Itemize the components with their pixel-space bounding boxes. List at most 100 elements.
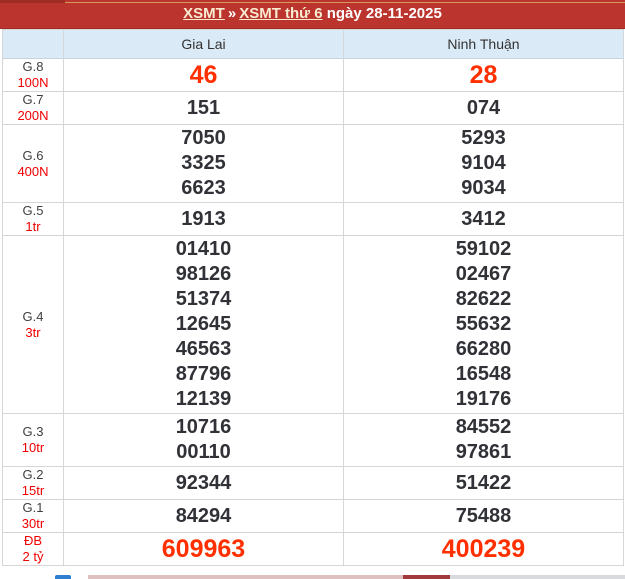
prize-corner-cell — [2, 29, 64, 59]
prize-name: G.7 — [22, 92, 44, 107]
prize-number: 84552 — [455, 416, 512, 438]
prize-label-cell-g8: G.8 100N — [2, 58, 64, 92]
prize-number: 01410 — [175, 238, 232, 260]
prize-number: 19176 — [455, 388, 512, 410]
prize-row-g4: G.4 3tr 01410 98126 51374 12645 46563 87796 1213… — [2, 235, 624, 414]
ninh-thuan-cell-g7: 074 — [343, 91, 624, 125]
gia-lai-cell-g8: 46 — [63, 58, 344, 92]
gia-lai-cell-g7: 151 — [63, 91, 344, 125]
prize-row-g3: G.3 10tr 10716 00110 84552 97861 — [2, 413, 624, 467]
prize-number: 66280 — [455, 338, 512, 360]
prize-number: 10716 — [175, 416, 232, 438]
prize-label-cell-g2: G.2 15tr — [2, 466, 64, 500]
prize-number: 02467 — [455, 263, 512, 285]
ninh-thuan-cell-g6: 5293 9104 9034 — [343, 124, 624, 203]
prize-label-cell-db: ĐB 2 tỷ — [2, 532, 64, 566]
ninh-thuan-cell-g3: 84552 97861 — [343, 413, 624, 467]
prize-amount: 1tr — [25, 219, 41, 234]
prize-number: 3412 — [461, 207, 506, 230]
cutoff-banner-strip — [88, 575, 625, 579]
prize-number: 75488 — [455, 504, 512, 527]
column-header-ninh-thuan[interactable]: Ninh Thuận — [343, 29, 624, 59]
prize-name: G.6 — [22, 147, 44, 163]
prize-number: 400239 — [441, 534, 526, 563]
prize-number: 9034 — [461, 177, 506, 199]
prize-number: 98126 — [175, 263, 232, 285]
breadcrumb-link-xsmt-day[interactable]: XSMT thứ 6 — [239, 5, 322, 22]
prize-amount: 10tr — [21, 440, 45, 455]
prize-label-cell-g5: G.5 1tr — [2, 202, 64, 236]
prize-number: 12139 — [175, 388, 232, 410]
gia-lai-cell-db: 609963 — [63, 532, 344, 566]
prize-number: 51422 — [455, 471, 512, 494]
cutoff-banner-blue-dot — [55, 575, 71, 579]
prize-number: 074 — [466, 96, 501, 119]
prize-row-g7: G.7 200N 151 074 — [2, 91, 624, 125]
prize-number: 12645 — [175, 313, 232, 335]
prize-row-g5: G.5 1tr 1913 3412 — [2, 202, 624, 236]
topbar-gold-line — [65, 2, 625, 3]
prize-name: G.8 — [22, 59, 44, 74]
prize-amount: 400N — [17, 163, 49, 179]
prize-row-db: ĐB 2 tỷ 609963 400239 — [2, 532, 624, 566]
gia-lai-cell-g6: 7050 3325 6623 — [63, 124, 344, 203]
prize-number: 97861 — [455, 441, 512, 463]
breadcrumb-link-xsmt[interactable]: XSMT — [183, 5, 225, 22]
prize-number: 92344 — [175, 471, 232, 494]
prize-number: 28 — [469, 60, 498, 89]
prize-name: ĐB — [23, 533, 43, 548]
prize-number: 51374 — [175, 288, 232, 310]
prize-label-cell-g4: G.4 3tr — [2, 235, 64, 414]
title-bar: XSMT» XSMT thứ 6 ngày 28-11-2025 — [0, 0, 625, 29]
prize-number: 82622 — [455, 288, 512, 310]
results-table: Gia Lai Ninh Thuận G.8 100N 46 28 G.7 200N 151… — [2, 29, 624, 566]
prize-number: 16548 — [455, 363, 512, 385]
prize-label-cell-g6: G.6 400N — [2, 124, 64, 203]
prize-label-cell-g1: G.1 30tr — [2, 499, 64, 533]
prize-row-g6: G.6 400N 7050 3325 6623 5293 9104 9034 — [2, 124, 624, 203]
title-date: ngày 28-11-2025 — [326, 5, 442, 22]
prize-name: G.3 — [22, 424, 44, 439]
prize-number: 87796 — [175, 363, 232, 385]
breadcrumb-separator: » — [227, 5, 237, 22]
cutoff-banner — [0, 575, 625, 579]
ninh-thuan-cell-g2: 51422 — [343, 466, 624, 500]
prize-row-g1: G.1 30tr 84294 75488 — [2, 499, 624, 533]
prize-amount: 3tr — [25, 324, 41, 340]
prize-number: 55632 — [455, 313, 512, 335]
prize-number: 3325 — [181, 152, 226, 174]
prize-number: 609963 — [161, 534, 246, 563]
prize-amount: 200N — [17, 108, 49, 123]
prize-label-cell-g7: G.7 200N — [2, 91, 64, 125]
prize-number: 6623 — [181, 177, 226, 199]
prize-number: 59102 — [455, 238, 512, 260]
gia-lai-cell-g2: 92344 — [63, 466, 344, 500]
prize-name: G.2 — [22, 467, 44, 482]
prize-number: 84294 — [175, 504, 232, 527]
prize-amount: 30tr — [21, 516, 45, 531]
prize-amount: 2 tỷ — [22, 549, 44, 564]
ninh-thuan-cell-db: 400239 — [343, 532, 624, 566]
prize-name: G.4 — [22, 308, 44, 324]
page: XSMT» XSMT thứ 6 ngày 28-11-2025 Gia Lai … — [0, 0, 625, 579]
prize-number: 1913 — [181, 207, 226, 230]
prize-number: 7050 — [181, 127, 226, 149]
gia-lai-cell-g5: 1913 — [63, 202, 344, 236]
prize-row-g2: G.2 15tr 92344 51422 — [2, 466, 624, 500]
ninh-thuan-cell-g1: 75488 — [343, 499, 624, 533]
prize-number: 46 — [189, 60, 218, 89]
table-header-row: Gia Lai Ninh Thuận — [2, 29, 624, 59]
ninh-thuan-cell-g5: 3412 — [343, 202, 624, 236]
prize-number: 46563 — [175, 338, 232, 360]
prize-name: G.1 — [22, 500, 44, 515]
prize-number: 5293 — [461, 127, 506, 149]
column-header-gia-lai[interactable]: Gia Lai — [63, 29, 344, 59]
ninh-thuan-cell-g8: 28 — [343, 58, 624, 92]
ninh-thuan-cell-g4: 59102 02467 82622 55632 66280 16548 19176 — [343, 235, 624, 414]
gia-lai-cell-g1: 84294 — [63, 499, 344, 533]
topbar-notch — [0, 0, 65, 3]
prize-amount: 100N — [17, 75, 49, 90]
prize-row-g8: G.8 100N 46 28 — [2, 58, 624, 92]
prize-amount: 15tr — [21, 483, 45, 498]
prize-name: G.5 — [22, 203, 44, 218]
